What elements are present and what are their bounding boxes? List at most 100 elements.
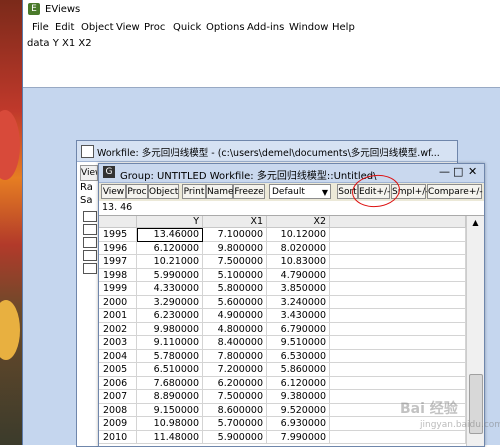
- menu-addins[interactable]: Add-ins: [247, 22, 284, 33]
- x2-cell[interactable]: 6.530000: [267, 349, 330, 363]
- object-button[interactable]: Object: [148, 184, 179, 199]
- menu-window[interactable]: Window: [289, 22, 328, 33]
- x2-cell[interactable]: 10.83000: [267, 255, 330, 269]
- x2-cell[interactable]: 3.850000: [267, 282, 330, 296]
- column-header-x1[interactable]: X1: [203, 216, 267, 228]
- scroll-up-icon[interactable]: ▲: [467, 216, 484, 230]
- x2-cell[interactable]: 6.120000: [267, 376, 330, 390]
- app-title: EViews: [45, 4, 81, 15]
- menu-edit[interactable]: Edit: [55, 22, 74, 33]
- empty-cell[interactable]: [330, 322, 466, 336]
- print-button[interactable]: Print: [182, 184, 206, 199]
- close-button[interactable]: ✕: [468, 166, 477, 178]
- empty-cell[interactable]: [330, 430, 466, 444]
- x1-cell[interactable]: 4.800000: [203, 322, 267, 336]
- group-icon: G: [103, 166, 115, 178]
- freeze-button[interactable]: Freeze: [233, 184, 265, 199]
- menu-options[interactable]: Options: [206, 22, 245, 33]
- menu-file[interactable]: File: [32, 22, 49, 33]
- empty-cell[interactable]: [330, 268, 466, 282]
- x2-cell[interactable]: 3.240000: [267, 295, 330, 309]
- x1-cell[interactable]: 5.800000: [203, 282, 267, 296]
- y-cell[interactable]: 5.780000: [137, 349, 203, 363]
- y-cell[interactable]: 9.980000: [137, 322, 203, 336]
- empty-cell[interactable]: [330, 255, 466, 269]
- y-cell[interactable]: 4.330000: [137, 282, 203, 296]
- x2-cell[interactable]: 4.790000: [267, 268, 330, 282]
- x1-cell[interactable]: 5.900000: [203, 430, 267, 444]
- y-cell[interactable]: 7.680000: [137, 376, 203, 390]
- empty-cell[interactable]: [330, 295, 466, 309]
- x2-cell[interactable]: 5.860000: [267, 363, 330, 377]
- x2-cell[interactable]: 6.790000: [267, 322, 330, 336]
- workfile-object-icon[interactable]: [83, 224, 97, 235]
- y-cell[interactable]: 11.48000: [137, 430, 203, 444]
- menu-help[interactable]: Help: [332, 22, 355, 33]
- x1-cell[interactable]: 9.800000: [203, 241, 267, 255]
- group-titlebar[interactable]: G Group: UNTITLED Workfile: 多元回归线模型::Unt…: [99, 164, 484, 183]
- view-button[interactable]: View: [101, 184, 126, 199]
- column-header-y[interactable]: Y: [137, 216, 203, 228]
- workfile-titlebar[interactable]: Workfile: 多元回归线模型 - (c:\users\demel\docu…: [77, 141, 457, 162]
- x1-cell[interactable]: 4.900000: [203, 309, 267, 323]
- x1-cell[interactable]: 7.500000: [203, 390, 267, 404]
- x1-cell[interactable]: 7.100000: [203, 228, 267, 242]
- y-cell[interactable]: 3.290000: [137, 295, 203, 309]
- empty-cell[interactable]: [330, 282, 466, 296]
- x1-cell[interactable]: 7.800000: [203, 349, 267, 363]
- vertical-scrollbar[interactable]: ▲: [466, 216, 484, 446]
- empty-cell[interactable]: [330, 309, 466, 323]
- empty-cell[interactable]: [330, 349, 466, 363]
- x1-cell[interactable]: 8.600000: [203, 403, 267, 417]
- name-button[interactable]: Name: [206, 184, 234, 199]
- empty-cell[interactable]: [330, 336, 466, 350]
- proc-button[interactable]: Proc: [126, 184, 148, 199]
- compare-toggle-button[interactable]: Compare+/-: [427, 184, 483, 199]
- y-cell[interactable]: 10.21000: [137, 255, 203, 269]
- x1-cell[interactable]: 8.400000: [203, 336, 267, 350]
- command-window[interactable]: data Y X1 X2: [23, 36, 500, 88]
- y-cell[interactable]: 6.230000: [137, 309, 203, 323]
- y-cell[interactable]: 9.110000: [137, 336, 203, 350]
- menu-quick[interactable]: Quick: [173, 22, 201, 33]
- workfile-view-button[interactable]: View: [80, 165, 98, 181]
- workfile-object-icon[interactable]: [83, 237, 97, 248]
- empty-cell[interactable]: [330, 376, 466, 390]
- x2-cell[interactable]: 9.510000: [267, 336, 330, 350]
- x1-cell[interactable]: 5.700000: [203, 417, 267, 431]
- menu-object[interactable]: Object: [81, 22, 114, 33]
- x2-cell[interactable]: 8.020000: [267, 241, 330, 255]
- x2-cell[interactable]: 7.990000: [267, 430, 330, 444]
- workfile-object-icon[interactable]: [83, 250, 97, 261]
- y-cell[interactable]: 9.150000: [137, 403, 203, 417]
- minimize-button[interactable]: —: [439, 166, 450, 178]
- workfile-object-icon[interactable]: [83, 211, 97, 222]
- x2-cell[interactable]: 9.520000: [267, 403, 330, 417]
- maximize-button[interactable]: □: [453, 166, 463, 178]
- y-cell[interactable]: 13.46000: [137, 228, 203, 242]
- workfile-object-icon[interactable]: [83, 263, 97, 274]
- x1-cell[interactable]: 6.200000: [203, 376, 267, 390]
- x2-cell[interactable]: 3.430000: [267, 309, 330, 323]
- x1-cell[interactable]: 5.600000: [203, 295, 267, 309]
- y-cell[interactable]: 6.510000: [137, 363, 203, 377]
- x1-cell[interactable]: 5.100000: [203, 268, 267, 282]
- empty-cell[interactable]: [330, 363, 466, 377]
- empty-cell[interactable]: [330, 241, 466, 255]
- y-cell[interactable]: 6.120000: [137, 241, 203, 255]
- y-cell[interactable]: 8.890000: [137, 390, 203, 404]
- display-format-select[interactable]: Default ▼: [269, 184, 331, 199]
- y-cell[interactable]: 10.98000: [137, 417, 203, 431]
- x1-cell[interactable]: 7.500000: [203, 255, 267, 269]
- x1-cell[interactable]: 7.200000: [203, 363, 267, 377]
- column-header-x2[interactable]: X2: [267, 216, 330, 228]
- cell-edit-field[interactable]: 13. 46: [99, 201, 484, 216]
- obs-cell: 2010: [99, 430, 137, 444]
- x2-cell[interactable]: 6.930000: [267, 417, 330, 431]
- menu-proc[interactable]: Proc: [144, 22, 165, 33]
- x2-cell[interactable]: 9.380000: [267, 390, 330, 404]
- y-cell[interactable]: 5.990000: [137, 268, 203, 282]
- empty-cell[interactable]: [330, 228, 466, 242]
- x2-cell[interactable]: 10.12000: [267, 228, 330, 242]
- menu-view[interactable]: View: [116, 22, 140, 33]
